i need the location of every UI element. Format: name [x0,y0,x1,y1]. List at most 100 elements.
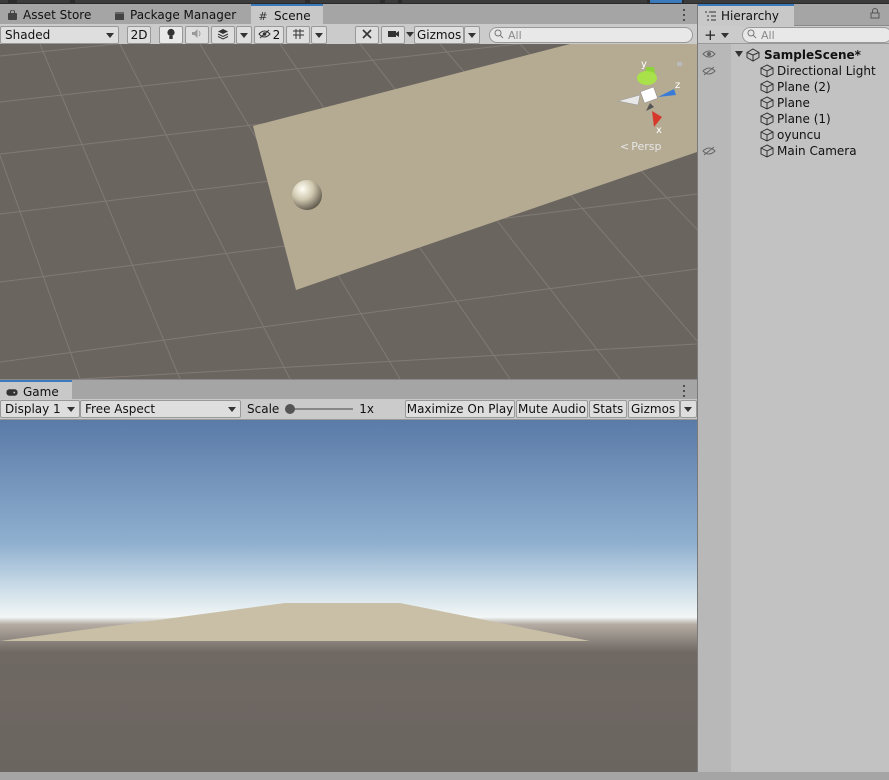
grid-dropdown-button[interactable] [311,26,327,44]
tab-hierarchy[interactable]: Hierarchy [698,4,794,26]
scene-search-field[interactable] [489,27,693,43]
hierarchy-item-label: Directional Light [777,64,876,78]
toggle-2d-label: 2D [130,28,148,42]
scale-slider[interactable] [285,403,354,415]
shading-mode-dropdown[interactable]: Shaded [0,26,119,44]
tab-package-manager[interactable]: Package Manager [107,4,242,26]
hierarchy-search-field[interactable] [742,27,889,43]
package-icon [113,9,125,21]
plus-label: + [704,26,717,44]
search-icon [747,29,757,42]
tools-button[interactable] [355,26,379,44]
lock-icon[interactable] [870,8,880,22]
eye-hidden-icon[interactable] [702,65,716,79]
panel-divider[interactable] [697,4,698,772]
tab-scene[interactable]: # Scene [251,4,323,26]
game-gizmos-button[interactable]: Gizmos [628,400,680,418]
aspect-dropdown[interactable]: Free Aspect [80,400,241,418]
chevron-down-icon [67,407,75,412]
projection-label: Persp [631,140,662,153]
scale-slider-track [285,408,354,410]
hierarchy-item-plane-1[interactable]: Plane (1) [698,111,889,127]
status-bar [0,772,889,780]
orientation-gizmo[interactable]: y z x < Persp [610,59,690,155]
effects-dropdown-button[interactable] [236,26,252,44]
eye-icon[interactable] [702,48,716,62]
game-viewport[interactable] [0,420,697,772]
tab-scene-label: Scene [274,9,311,23]
projection-toggle[interactable]: < Persp [620,140,661,153]
scene-toolbar: Shaded 2D 2 Gizmos All [0,24,697,45]
hierarchy-toolbar: + [698,26,889,44]
scene-gizmos-dropdown[interactable] [464,26,480,44]
game-window-tabbar: Game [0,379,697,402]
chevron-down-icon [684,407,692,412]
chevron-down-icon [468,33,476,38]
hierarchy-search-input[interactable] [761,28,889,42]
stats-button[interactable]: Stats [589,400,627,418]
mute-audio-label: Mute Audio [518,402,586,416]
hidden-count: 2 [272,28,281,42]
hierarchy-item-directional-light[interactable]: Directional Light [698,63,889,79]
scene-name: SampleScene* [764,48,861,62]
game-gizmos-label: Gizmos [631,402,676,416]
maximize-on-play-button[interactable]: Maximize On Play [405,400,515,418]
grid-snapping-button[interactable] [286,26,310,44]
scene-viewport[interactable]: y z x < Persp [0,44,697,379]
mute-audio-button[interactable]: Mute Audio [516,400,588,418]
scale-control: Scale 1x [243,400,405,418]
gameobject-cube-icon [760,80,774,94]
speaker-icon [191,28,203,42]
wrench-cross-icon [361,28,373,43]
hierarchy-item-plane[interactable]: Plane [698,95,889,111]
game-toolbar: Display 1 Free Aspect Scale 1x Maximize … [0,399,697,420]
hierarchy-item-label: oyuncu [777,128,821,142]
scene-search-input[interactable] [508,28,692,42]
tab-game-label: Game [23,385,59,399]
toggle-2d-button[interactable]: 2D [127,26,151,44]
expand-triangle-icon[interactable] [735,51,743,57]
tab-asset-store-label: Asset Store [23,8,92,22]
hidden-objects-toggle[interactable]: 2 [254,26,284,44]
effects-toggle-button[interactable] [211,26,235,44]
hierarchy-item-oyuncu[interactable]: oyuncu [698,127,889,143]
hierarchy-scene-row[interactable]: SampleScene* [698,47,889,63]
game-gizmos-dropdown[interactable] [680,400,697,418]
camera-dropdown-button[interactable] [406,26,414,44]
scene-window-menu-icon[interactable] [678,7,690,23]
create-button[interactable]: + [704,26,729,44]
chevron-left-icon: < [620,140,630,153]
tab-asset-store[interactable]: Asset Store [0,4,97,26]
camera-settings-button[interactable] [381,26,405,44]
hierarchy-item-plane-2[interactable]: Plane (2) [698,79,889,95]
lighting-toggle-button[interactable] [159,26,183,44]
tab-hierarchy-label: Hierarchy [721,9,780,23]
display-dropdown[interactable]: Display 1 [0,400,80,418]
scale-slider-thumb[interactable] [285,404,296,414]
eye-hidden-icon[interactable] [702,145,716,159]
gizmo-axis-x-label: x [656,125,662,136]
scale-value: 1x [359,402,375,416]
game-window-menu-icon[interactable] [678,383,690,399]
hierarchy-item-label: Plane (1) [777,112,831,126]
hierarchy-item-label: Plane [777,96,810,110]
scene-gizmos-button[interactable]: Gizmos [414,26,464,44]
eye-hidden-icon [257,28,271,42]
gizmo-axis-y-label: y [641,59,647,70]
audio-toggle-button[interactable] [185,26,209,44]
list-icon [704,10,716,22]
camera-icon [387,28,400,42]
hierarchy-item-label: Plane (2) [777,80,831,94]
chevron-down-icon [406,32,414,37]
gameobject-cube-icon [760,112,774,126]
chevron-down-icon [228,407,236,412]
hierarchy-item-main-camera[interactable]: Main Camera [698,143,889,159]
hierarchy-item-label: Main Camera [777,144,857,158]
scale-label: Scale [247,402,280,416]
hash-grid-icon: # [258,9,268,23]
layers-icon [217,28,229,43]
scene-canvas [0,44,697,379]
search-icon [494,29,504,42]
grid-snap-icon [292,28,305,43]
gameobject-cube-icon [760,128,774,142]
